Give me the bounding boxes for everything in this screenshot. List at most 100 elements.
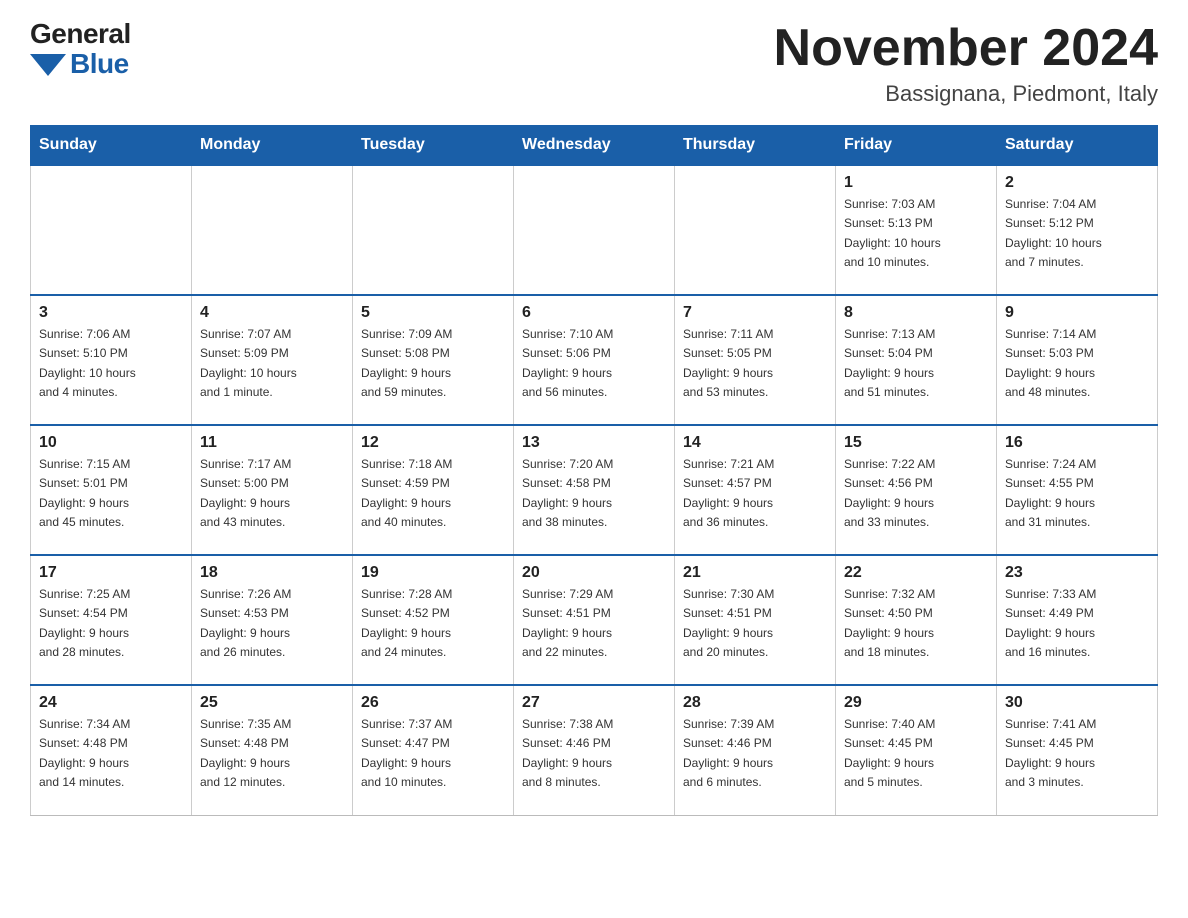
day-info: Sunrise: 7:04 AM Sunset: 5:12 PM Dayligh… bbox=[1005, 195, 1149, 272]
day-number: 24 bbox=[39, 694, 183, 712]
day-info: Sunrise: 7:18 AM Sunset: 4:59 PM Dayligh… bbox=[361, 455, 505, 532]
day-number: 13 bbox=[522, 434, 666, 452]
calendar-cell: 2Sunrise: 7:04 AM Sunset: 5:12 PM Daylig… bbox=[997, 165, 1158, 295]
day-info: Sunrise: 7:38 AM Sunset: 4:46 PM Dayligh… bbox=[522, 715, 666, 792]
day-header-thursday: Thursday bbox=[675, 126, 836, 166]
calendar-table: SundayMondayTuesdayWednesdayThursdayFrid… bbox=[30, 125, 1158, 816]
calendar-cell: 29 Sunrise: 7:40 AM Sunset: 4:45 PM Dayli… bbox=[836, 685, 997, 815]
day-number: 11 bbox=[200, 434, 344, 452]
calendar-cell: 1 Sunrise: 7:03 AM Sunset: 5:13 PM Daylig… bbox=[836, 165, 997, 295]
week-row-3: 10Sunrise: 7:15 AM Sunset: 5:01 PM Dayli… bbox=[31, 425, 1158, 555]
day-number: 20 bbox=[522, 564, 666, 582]
day-number: 16 bbox=[1005, 434, 1149, 452]
logo: General Blue bbox=[30, 20, 131, 80]
calendar-cell: 18 Sunrise: 7:26 AM Sunset: 4:53 PM Dayli… bbox=[192, 555, 353, 685]
calendar-cell bbox=[514, 165, 675, 295]
calendar-cell: 4 Sunrise: 7:07 AM Sunset: 5:09 PM Daylig… bbox=[192, 295, 353, 425]
day-info: Sunrise: 7:13 AM Sunset: 5:04 PM Dayligh… bbox=[844, 325, 988, 402]
day-info: Sunrise: 7:37 AM Sunset: 4:47 PM Dayligh… bbox=[361, 715, 505, 792]
day-number: 30 bbox=[1005, 694, 1149, 712]
week-row-1: 1 Sunrise: 7:03 AM Sunset: 5:13 PM Daylig… bbox=[31, 165, 1158, 295]
header-row: SundayMondayTuesdayWednesdayThursdayFrid… bbox=[31, 126, 1158, 166]
calendar-cell: 7 Sunrise: 7:11 AM Sunset: 5:05 PM Daylig… bbox=[675, 295, 836, 425]
day-number: 9 bbox=[1005, 304, 1149, 322]
calendar-cell: 14 Sunrise: 7:21 AM Sunset: 4:57 PM Dayli… bbox=[675, 425, 836, 555]
day-number: 8 bbox=[844, 304, 988, 322]
day-info: Sunrise: 7:20 AM Sunset: 4:58 PM Dayligh… bbox=[522, 455, 666, 532]
day-number: 1 bbox=[844, 174, 988, 192]
title-block: November 2024 Bassignana, Piedmont, Ital… bbox=[774, 20, 1158, 107]
day-header-friday: Friday bbox=[836, 126, 997, 166]
calendar-cell bbox=[192, 165, 353, 295]
day-info: Sunrise: 7:03 AM Sunset: 5:13 PM Dayligh… bbox=[844, 195, 988, 272]
day-number: 18 bbox=[200, 564, 344, 582]
day-info: Sunrise: 7:39 AM Sunset: 4:46 PM Dayligh… bbox=[683, 715, 827, 792]
day-info: Sunrise: 7:14 AM Sunset: 5:03 PM Dayligh… bbox=[1005, 325, 1149, 402]
calendar-cell bbox=[31, 165, 192, 295]
calendar-cell: 11 Sunrise: 7:17 AM Sunset: 5:00 PM Dayli… bbox=[192, 425, 353, 555]
day-number: 12 bbox=[361, 434, 505, 452]
day-info: Sunrise: 7:35 AM Sunset: 4:48 PM Dayligh… bbox=[200, 715, 344, 792]
day-info: Sunrise: 7:25 AM Sunset: 4:54 PM Dayligh… bbox=[39, 585, 183, 662]
day-number: 29 bbox=[844, 694, 988, 712]
day-info: Sunrise: 7:10 AM Sunset: 5:06 PM Dayligh… bbox=[522, 325, 666, 402]
day-number: 7 bbox=[683, 304, 827, 322]
day-info: Sunrise: 7:06 AM Sunset: 5:10 PM Dayligh… bbox=[39, 325, 183, 402]
calendar-cell: 12 Sunrise: 7:18 AM Sunset: 4:59 PM Dayli… bbox=[353, 425, 514, 555]
calendar-cell: 27 Sunrise: 7:38 AM Sunset: 4:46 PM Dayli… bbox=[514, 685, 675, 815]
day-info: Sunrise: 7:11 AM Sunset: 5:05 PM Dayligh… bbox=[683, 325, 827, 402]
day-header-wednesday: Wednesday bbox=[514, 126, 675, 166]
calendar-cell: 25 Sunrise: 7:35 AM Sunset: 4:48 PM Dayli… bbox=[192, 685, 353, 815]
calendar-cell: 23 Sunrise: 7:33 AM Sunset: 4:49 PM Dayli… bbox=[997, 555, 1158, 685]
calendar-cell bbox=[675, 165, 836, 295]
calendar-cell: 3 Sunrise: 7:06 AM Sunset: 5:10 PM Daylig… bbox=[31, 295, 192, 425]
day-number: 28 bbox=[683, 694, 827, 712]
day-number: 19 bbox=[361, 564, 505, 582]
day-info: Sunrise: 7:40 AM Sunset: 4:45 PM Dayligh… bbox=[844, 715, 988, 792]
calendar-cell: 24Sunrise: 7:34 AM Sunset: 4:48 PM Dayli… bbox=[31, 685, 192, 815]
calendar-cell: 30 Sunrise: 7:41 AM Sunset: 4:45 PM Dayli… bbox=[997, 685, 1158, 815]
day-number: 6 bbox=[522, 304, 666, 322]
calendar-cell: 8 Sunrise: 7:13 AM Sunset: 5:04 PM Daylig… bbox=[836, 295, 997, 425]
calendar-cell: 6 Sunrise: 7:10 AM Sunset: 5:06 PM Daylig… bbox=[514, 295, 675, 425]
page-header: General Blue November 2024 Bassignana, P… bbox=[30, 20, 1158, 107]
calendar-cell bbox=[353, 165, 514, 295]
month-title: November 2024 bbox=[774, 20, 1158, 77]
day-info: Sunrise: 7:41 AM Sunset: 4:45 PM Dayligh… bbox=[1005, 715, 1149, 792]
day-number: 4 bbox=[200, 304, 344, 322]
day-info: Sunrise: 7:07 AM Sunset: 5:09 PM Dayligh… bbox=[200, 325, 344, 402]
day-header-saturday: Saturday bbox=[997, 126, 1158, 166]
calendar-cell: 28 Sunrise: 7:39 AM Sunset: 4:46 PM Dayli… bbox=[675, 685, 836, 815]
day-info: Sunrise: 7:32 AM Sunset: 4:50 PM Dayligh… bbox=[844, 585, 988, 662]
logo-triangle-icon bbox=[30, 54, 66, 76]
day-info: Sunrise: 7:24 AM Sunset: 4:55 PM Dayligh… bbox=[1005, 455, 1149, 532]
day-number: 3 bbox=[39, 304, 183, 322]
day-info: Sunrise: 7:26 AM Sunset: 4:53 PM Dayligh… bbox=[200, 585, 344, 662]
day-info: Sunrise: 7:21 AM Sunset: 4:57 PM Dayligh… bbox=[683, 455, 827, 532]
week-row-2: 3 Sunrise: 7:06 AM Sunset: 5:10 PM Daylig… bbox=[31, 295, 1158, 425]
location-title: Bassignana, Piedmont, Italy bbox=[774, 81, 1158, 107]
calendar-cell: 19 Sunrise: 7:28 AM Sunset: 4:52 PM Dayli… bbox=[353, 555, 514, 685]
day-info: Sunrise: 7:17 AM Sunset: 5:00 PM Dayligh… bbox=[200, 455, 344, 532]
day-header-monday: Monday bbox=[192, 126, 353, 166]
day-info: Sunrise: 7:29 AM Sunset: 4:51 PM Dayligh… bbox=[522, 585, 666, 662]
calendar-cell: 5Sunrise: 7:09 AM Sunset: 5:08 PM Daylig… bbox=[353, 295, 514, 425]
day-info: Sunrise: 7:33 AM Sunset: 4:49 PM Dayligh… bbox=[1005, 585, 1149, 662]
day-info: Sunrise: 7:28 AM Sunset: 4:52 PM Dayligh… bbox=[361, 585, 505, 662]
day-number: 17 bbox=[39, 564, 183, 582]
day-number: 21 bbox=[683, 564, 827, 582]
week-row-4: 17 Sunrise: 7:25 AM Sunset: 4:54 PM Dayli… bbox=[31, 555, 1158, 685]
day-number: 27 bbox=[522, 694, 666, 712]
day-number: 22 bbox=[844, 564, 988, 582]
week-row-5: 24Sunrise: 7:34 AM Sunset: 4:48 PM Dayli… bbox=[31, 685, 1158, 815]
day-number: 23 bbox=[1005, 564, 1149, 582]
day-header-tuesday: Tuesday bbox=[353, 126, 514, 166]
day-number: 26 bbox=[361, 694, 505, 712]
day-info: Sunrise: 7:22 AM Sunset: 4:56 PM Dayligh… bbox=[844, 455, 988, 532]
day-number: 14 bbox=[683, 434, 827, 452]
day-info: Sunrise: 7:15 AM Sunset: 5:01 PM Dayligh… bbox=[39, 455, 183, 532]
logo-general-text: General bbox=[30, 20, 131, 48]
calendar-cell: 21Sunrise: 7:30 AM Sunset: 4:51 PM Dayli… bbox=[675, 555, 836, 685]
day-header-sunday: Sunday bbox=[31, 126, 192, 166]
day-number: 25 bbox=[200, 694, 344, 712]
